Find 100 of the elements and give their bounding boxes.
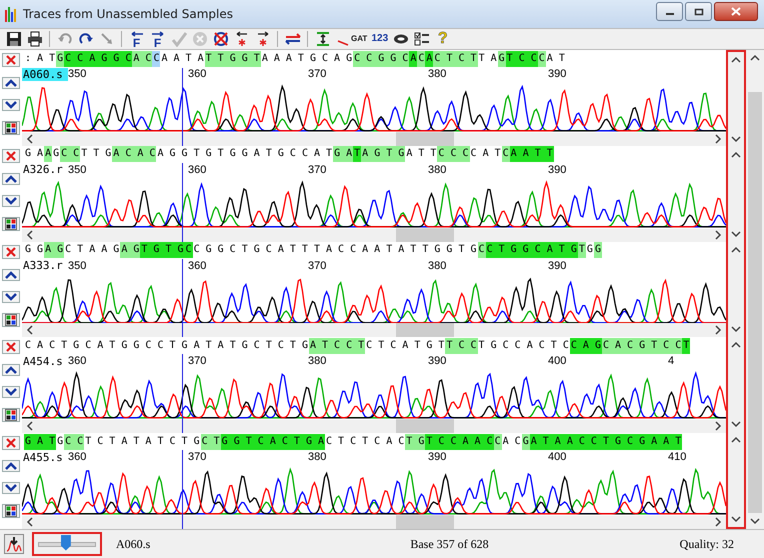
- horizontal-scrollbar[interactable]: [22, 514, 726, 529]
- vertical-scrollbar[interactable]: [746, 50, 764, 529]
- slider[interactable]: [32, 532, 102, 556]
- scroll-down-icon[interactable]: [731, 230, 741, 238]
- base-colors-icon[interactable]: [2, 504, 20, 518]
- close-button[interactable]: [714, 2, 758, 21]
- position-label: 390: [548, 164, 568, 176]
- minimize-button[interactable]: [656, 2, 683, 21]
- scroll-right-icon[interactable]: [714, 516, 722, 527]
- position-label: 370: [308, 68, 328, 80]
- scroll-up-icon[interactable]: [731, 151, 741, 159]
- position-label: 370: [308, 164, 328, 176]
- base-sequence: A A T T: [510, 146, 554, 162]
- scroll-down-icon[interactable]: [731, 135, 741, 143]
- base-sequence: C C C: [437, 146, 470, 162]
- base-sequence: T C C: [506, 50, 538, 66]
- remove-button[interactable]: [2, 53, 20, 67]
- sample-name[interactable]: A326.r: [22, 163, 68, 176]
- horizontal-scrollbar[interactable]: [22, 323, 726, 338]
- base-colors-icon[interactable]: [2, 312, 20, 327]
- scroll-left-icon[interactable]: [26, 325, 34, 336]
- move-up-button[interactable]: [2, 172, 20, 185]
- position-label: 380: [308, 355, 328, 368]
- sample-name[interactable]: A454.s: [22, 354, 68, 368]
- sample-name-label: A060.s: [116, 536, 150, 552]
- horizontal-scrollbar[interactable]: [22, 132, 726, 146]
- base-sequence: T: [682, 338, 690, 354]
- base-sequence: A T C C T: [308, 338, 366, 354]
- base-sequence: C T: [200, 434, 221, 450]
- base-sequence: T T G G T: [204, 50, 261, 66]
- position-label: 360: [188, 164, 208, 176]
- base-colors-icon[interactable]: [2, 216, 20, 231]
- horizontal-scrollbar[interactable]: [22, 419, 726, 434]
- move-down-button[interactable]: [2, 194, 20, 207]
- slider-thumb[interactable]: [60, 534, 71, 550]
- printer-icon[interactable]: [25, 30, 44, 48]
- scroll-thumb[interactable]: [396, 228, 454, 242]
- base-colors-icon[interactable]: [2, 121, 20, 135]
- scroll-down-icon[interactable]: [731, 325, 741, 333]
- base-sequence: A T T: [405, 146, 438, 162]
- scroll-left-icon[interactable]: [26, 421, 34, 432]
- scroll-right-icon[interactable]: [714, 230, 722, 240]
- move-up-button[interactable]: [2, 364, 20, 376]
- scroll-right-icon[interactable]: [714, 325, 722, 336]
- base-colors-icon[interactable]: [2, 408, 20, 422]
- position-label: 400: [548, 451, 568, 464]
- move-down-button[interactable]: [2, 386, 20, 398]
- scroll-right-icon[interactable]: [714, 134, 722, 144]
- move-down-button[interactable]: [2, 99, 20, 111]
- checklist-icon[interactable]: [412, 30, 432, 48]
- base-sequence: C A C G T C C: [602, 338, 682, 354]
- scroll-up-icon[interactable]: [731, 341, 741, 349]
- scroll-thumb[interactable]: [396, 323, 454, 338]
- scroll-down-icon[interactable]: [731, 420, 741, 428]
- remove-button[interactable]: [2, 436, 20, 450]
- position-label: 350: [68, 164, 88, 176]
- scroll-left-icon[interactable]: [26, 134, 34, 144]
- quality-label: Quality: 32: [680, 536, 734, 552]
- base-sequence: C T G G C A T G: [486, 242, 578, 258]
- scroll-right-icon[interactable]: [714, 421, 722, 432]
- close-icon: [731, 7, 741, 16]
- base-sequence: C A G: [570, 338, 602, 354]
- position-label: 400: [548, 355, 568, 368]
- move-down-button[interactable]: [2, 482, 20, 494]
- move-up-button[interactable]: [2, 460, 20, 472]
- scroll-up-icon[interactable]: [731, 436, 741, 444]
- move-up-button[interactable]: [2, 268, 20, 281]
- move-up-button[interactable]: [2, 77, 20, 89]
- base-sequence: A G: [44, 242, 64, 258]
- base-sequence: T C C A A C: [425, 434, 494, 450]
- position-label: 360: [68, 451, 88, 464]
- scroll-left-icon[interactable]: [26, 516, 34, 527]
- scroll-thumb[interactable]: [396, 419, 454, 434]
- trace-peaks-icon[interactable]: [4, 534, 24, 554]
- scroll-thumb[interactable]: [748, 92, 762, 513]
- scroll-left-icon[interactable]: [26, 230, 34, 240]
- remove-button[interactable]: [2, 244, 20, 259]
- scroll-up-icon[interactable]: [731, 246, 741, 254]
- save-icon[interactable]: [4, 30, 23, 48]
- base-sequence: C T C T C A C: [325, 434, 406, 450]
- position-label: 360: [68, 355, 88, 368]
- base-sequence: C T A A G: [64, 242, 120, 258]
- move-down-button[interactable]: [2, 290, 20, 303]
- base-sequence: A C A C: [112, 146, 156, 162]
- position-label: 390: [548, 260, 568, 272]
- sample-name[interactable]: A455.s: [22, 450, 68, 464]
- base-sequence: C T C A T G T: [365, 338, 446, 354]
- remove-button[interactable]: [2, 340, 20, 354]
- base-sequence: C A T: [470, 146, 502, 162]
- base-sequence: G A: [333, 146, 354, 162]
- horizontal-scrollbar[interactable]: [22, 228, 726, 242]
- remove-button[interactable]: [2, 148, 20, 163]
- maximize-button[interactable]: [685, 2, 712, 21]
- scroll-thumb[interactable]: [396, 514, 454, 529]
- base-sequence: T G T G: [140, 242, 185, 258]
- sample-name[interactable]: A060.s: [22, 68, 68, 80]
- scroll-thumb[interactable]: [396, 132, 454, 146]
- base-sequence: A: [425, 50, 434, 66]
- crossed-circle-icon[interactable]: [211, 30, 230, 48]
- sample-name[interactable]: A333.r: [22, 259, 68, 272]
